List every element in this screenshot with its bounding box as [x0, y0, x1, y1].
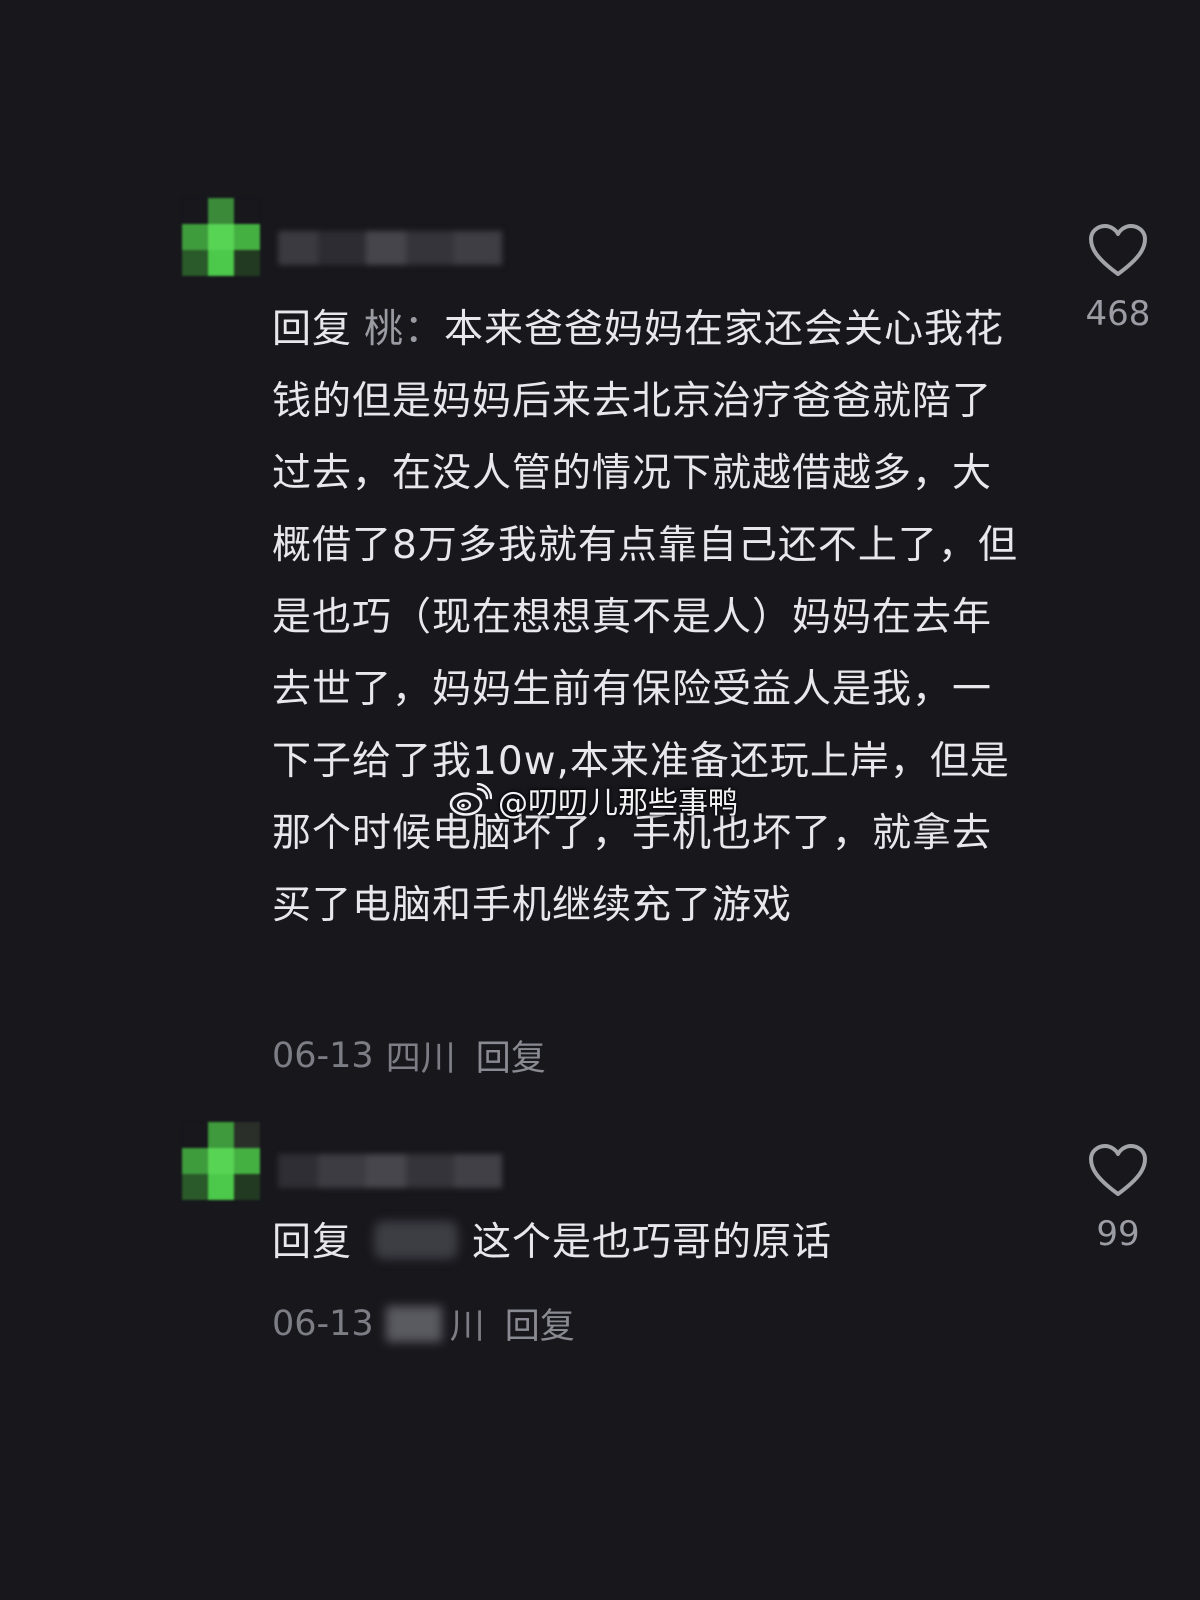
heart-icon: [1089, 1144, 1147, 1196]
comment-date: 06-13: [272, 1303, 374, 1344]
like-count: 468: [1085, 294, 1151, 334]
weibo-icon: [449, 783, 492, 816]
reply-button[interactable]: 回复: [476, 1030, 546, 1081]
like-count: 99: [1096, 1214, 1140, 1254]
username-redacted[interactable]: [278, 1148, 502, 1194]
comment-date: 06-13: [272, 1035, 374, 1076]
reply-prefix: 回复: [272, 307, 353, 352]
like-button[interactable]: 468: [1082, 224, 1154, 334]
watermark: @叨叨儿那些事鸭: [448, 778, 738, 822]
username-redacted[interactable]: [278, 225, 502, 271]
region-redacted: [385, 1305, 442, 1342]
like-button[interactable]: 99: [1082, 1144, 1154, 1254]
reply-button[interactable]: 回复: [505, 1298, 575, 1349]
comment-content: 这个是也巧哥的原话: [472, 1220, 833, 1265]
comment-content: 本来爸爸妈妈在家还会关心我花钱的但是妈妈后来去北京治疗爸爸就陪了过去，在没人管的…: [272, 307, 1018, 928]
avatar[interactable]: [182, 198, 260, 276]
comment-region: 川: [449, 1307, 485, 1347]
avatar[interactable]: [182, 1122, 260, 1200]
reply-target-redacted[interactable]: [374, 1221, 459, 1259]
reply-prefix: 回复: [272, 1220, 353, 1265]
heart-icon: [1089, 224, 1147, 276]
comment-meta: 06-13 四川 回复: [272, 1030, 546, 1081]
comment-text: 回复 这个是也巧哥的原话: [272, 1207, 1027, 1279]
comment-region: 四川: [385, 1039, 456, 1079]
reply-target-name[interactable]: 桃：: [364, 307, 444, 352]
comment-meta: 06-13 川 回复: [272, 1298, 575, 1349]
watermark-text: @叨叨儿那些事鸭: [498, 786, 738, 821]
comment-text: 回复 桃：本来爸爸妈妈在家还会关心我花钱的但是妈妈后来去北京治疗爸爸就陪了过去，在…: [272, 294, 1027, 942]
